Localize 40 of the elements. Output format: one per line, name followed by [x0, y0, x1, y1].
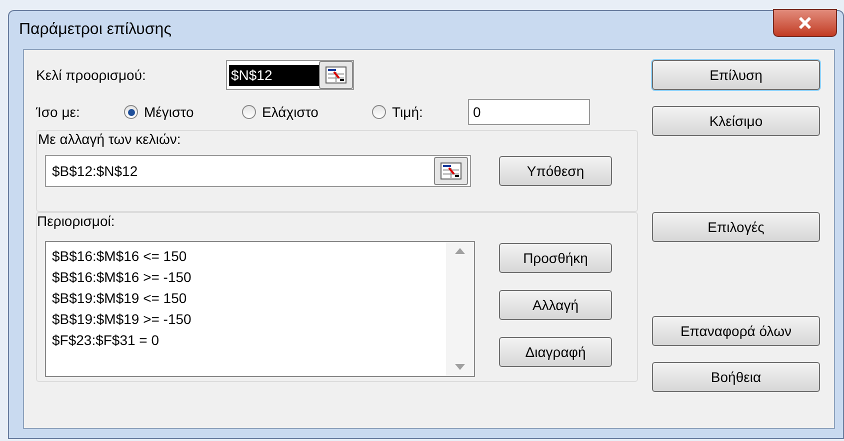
- scroll-down-icon[interactable]: [455, 364, 465, 370]
- range-select-button[interactable]: [434, 157, 468, 185]
- delete-button[interactable]: Διαγραφή: [499, 337, 612, 367]
- close-button[interactable]: [773, 9, 837, 37]
- radio-button[interactable]: [372, 105, 386, 119]
- target-cell-value: $N$12: [229, 64, 319, 86]
- cell-grid-icon: [325, 66, 347, 84]
- equal-to-label: Ίσο με:: [36, 102, 81, 122]
- target-cell-label: Κελί προορισμού:: [36, 66, 147, 85]
- guess-button[interactable]: Υπόθεση: [499, 156, 612, 186]
- constraint-item[interactable]: $B$19:$M$19 >= -150: [52, 309, 446, 330]
- radio-option[interactable]: Τιμή:: [372, 102, 468, 122]
- range-select-button[interactable]: [319, 61, 353, 89]
- constraints-label: Περιορισμοί:: [37, 212, 115, 231]
- constraints-list[interactable]: $B$16:$M$16 <= 150 $B$16:$M$16 >= -150 $B$19:$M$19 <= 150 $B$19:$M$19 >= -150 $F$23:$F$31 = 0: [45, 241, 475, 377]
- changing-cells-value: $B$12:$N$12: [52, 162, 138, 180]
- close-dialog-button[interactable]: Κλείσιμο: [652, 106, 820, 136]
- constraint-item[interactable]: $F$23:$F$31 = 0: [52, 330, 446, 351]
- constraint-item[interactable]: $B$16:$M$16 >= -150: [52, 267, 446, 288]
- target-cell-field[interactable]: $N$12: [226, 60, 354, 90]
- window-title: Παράμετροι επίλυσης: [19, 20, 172, 40]
- close-icon: [798, 17, 812, 29]
- scrollbar[interactable]: [446, 242, 474, 376]
- radio-option[interactable]: Ελάχιστο: [242, 102, 372, 122]
- solve-button[interactable]: Επίλυση: [652, 60, 820, 90]
- changing-cells-label: Με αλλαγή των κελιών:: [37, 130, 182, 149]
- constraint-item[interactable]: $B$19:$M$19 <= 150: [52, 288, 446, 309]
- radio-option[interactable]: Μέγιστο: [124, 102, 242, 122]
- constraint-item[interactable]: $B$16:$M$16 <= 150: [52, 246, 446, 267]
- options-button[interactable]: Επιλογές: [652, 212, 820, 242]
- add-button[interactable]: Προσθήκη: [499, 243, 612, 273]
- change-button[interactable]: Αλλαγή: [499, 290, 612, 320]
- value-field[interactable]: 0: [468, 99, 590, 125]
- reset-all-button[interactable]: Επαναφορά όλων: [652, 316, 820, 346]
- cell-grid-icon: [440, 162, 462, 180]
- radio-button[interactable]: [242, 105, 256, 119]
- radio-button[interactable]: [124, 105, 138, 119]
- help-button[interactable]: Βοήθεια: [652, 362, 820, 392]
- scroll-up-icon[interactable]: [455, 248, 465, 254]
- changing-cells-field[interactable]: $B$12:$N$12: [45, 155, 471, 187]
